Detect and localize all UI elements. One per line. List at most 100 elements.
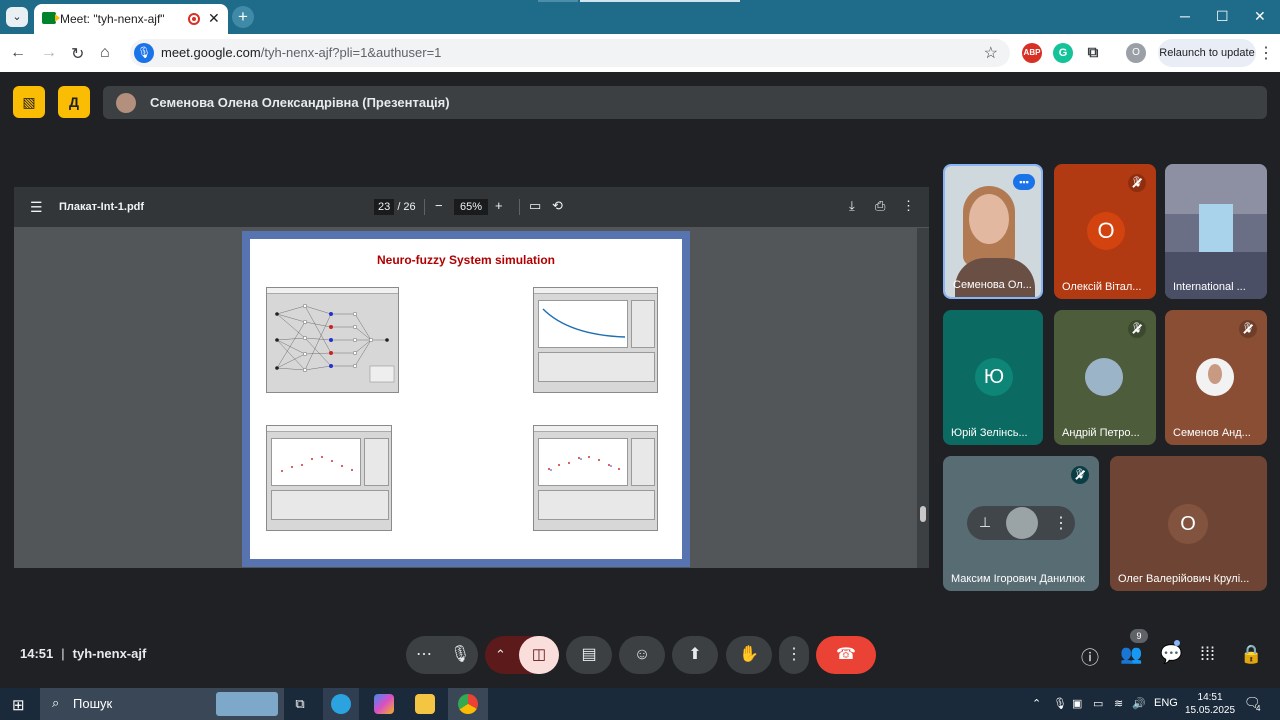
- participant-tile-1[interactable]: ▪▪▪ Семенова Ол...: [943, 164, 1043, 299]
- maximize-icon[interactable]: ☐: [1216, 8, 1229, 25]
- fit-page-icon[interactable]: ▭: [529, 198, 541, 214]
- taskbar-clock[interactable]: 14:51 15.05.2025: [1185, 691, 1235, 717]
- battery-icon[interactable]: ▭: [1093, 697, 1103, 710]
- raise-hand-button[interactable]: ✋: [726, 636, 772, 674]
- host-controls-icon[interactable]: 🔒: [1240, 644, 1262, 665]
- windows-taskbar: ⊞ ⌕ Пошук ⧉ ⌃ 🎙 ▣ ▭ ≋ 🔊 ENG 14:51 15.05.…: [0, 688, 1280, 720]
- chat-icon[interactable]: 💬: [1160, 644, 1182, 665]
- extensions-puzzle-icon[interactable]: ⧉: [1083, 43, 1103, 63]
- file-explorer-icon[interactable]: [415, 694, 435, 714]
- taskbar-search[interactable]: ⌕ Пошук: [40, 688, 284, 720]
- more-options-icon[interactable]: ⋮: [1053, 513, 1069, 533]
- telegram-app[interactable]: [323, 688, 359, 720]
- participant-tile-2[interactable]: 🎙 О Олексій Вітал...: [1054, 164, 1156, 299]
- output-points: [548, 456, 620, 471]
- relaunch-button[interactable]: Relaunch to update: [1158, 39, 1256, 67]
- speaking-indicator-icon: ▪▪▪: [1013, 174, 1035, 190]
- anfis-structure-screenshot: [266, 287, 399, 393]
- pin-icon[interactable]: ⊥: [979, 514, 991, 531]
- participant-avatar-photo: [1085, 358, 1123, 396]
- close-window-icon[interactable]: ✕: [1254, 8, 1266, 25]
- more-audio-options-icon[interactable]: ⋯: [416, 636, 432, 674]
- hide-video-button[interactable]: ▧: [13, 86, 45, 118]
- home-icon[interactable]: ⌂: [100, 44, 110, 62]
- participant-tile-3[interactable]: International ...: [1165, 164, 1267, 299]
- microphone-icon[interactable]: 🎙: [450, 636, 470, 674]
- rotate-icon[interactable]: ⟲: [552, 198, 563, 214]
- more-options-icon: ⋮: [786, 646, 802, 663]
- task-view-icon[interactable]: ⧉: [290, 694, 310, 714]
- tab-list-button[interactable]: ⌄: [6, 7, 28, 27]
- window-titlebar: [534, 288, 657, 294]
- adblock-extension-icon[interactable]: ABP: [1022, 43, 1042, 63]
- page-heading: Neuro-fuzzy System simulation: [376, 253, 556, 267]
- print-icon[interactable]: ⎙: [875, 198, 885, 214]
- pdf-scrollbar[interactable]: [917, 228, 929, 568]
- forward-icon[interactable]: →: [41, 44, 57, 62]
- back-icon[interactable]: ←: [10, 44, 26, 62]
- tab-close-icon[interactable]: ✕: [208, 10, 220, 27]
- zoom-in-icon[interactable]: +: [495, 198, 503, 213]
- presenter-title: Семенова Олена Олександрівна (Презентаці…: [150, 95, 450, 110]
- meet-favicon-icon: [42, 12, 60, 24]
- chrome-app[interactable]: [448, 688, 488, 720]
- site-info-icon[interactable]: 🎙: [134, 43, 154, 63]
- audio-control-group[interactable]: ⋯ 🎙: [406, 636, 478, 674]
- activities-icon[interactable]: ⁞⁞⁞: [1200, 644, 1215, 665]
- pdf-toolbar: ☰ Плакат-Int-1.pdf 23 / 26 − 65% + ▭ ⟲ ⤓…: [14, 187, 929, 227]
- controls-panel: [538, 490, 655, 520]
- present-screen-button[interactable]: ⬆: [672, 636, 718, 674]
- participant-tile-6[interactable]: 🎙 Семенов Анд...: [1165, 310, 1267, 445]
- presentation-button[interactable]: Д: [58, 86, 90, 118]
- wifi-icon[interactable]: ≋: [1114, 697, 1123, 710]
- url-host: meet.google.com: [161, 45, 261, 60]
- profile-avatar[interactable]: O: [1126, 43, 1146, 63]
- grammarly-extension-icon[interactable]: G: [1053, 43, 1073, 63]
- camera-off-icon[interactable]: ◫: [519, 636, 559, 674]
- new-tab-button[interactable]: +: [232, 6, 254, 28]
- video-options-chevron-icon[interactable]: ⌃: [495, 636, 506, 674]
- meeting-details-icon[interactable]: ⓘ: [1081, 644, 1099, 670]
- more-options-button[interactable]: ⋮: [779, 636, 809, 674]
- minimize-icon[interactable]: ─: [1180, 8, 1190, 24]
- copilot-icon[interactable]: [374, 694, 394, 714]
- leave-call-button[interactable]: ☎: [816, 636, 876, 674]
- info-panel: [631, 438, 655, 486]
- tray-chevron-icon[interactable]: ⌃: [1032, 697, 1041, 710]
- bookmark-star-icon[interactable]: ☆: [984, 43, 998, 63]
- omnibox[interactable]: 🎙 meet.google.com/tyh-nenx-ajf?pli=1&aut…: [130, 39, 1010, 67]
- more-options-icon[interactable]: ⋮: [902, 198, 915, 214]
- hand-icon: ✋: [739, 646, 759, 663]
- menu-icon[interactable]: ☰: [30, 199, 43, 216]
- page-indicator: 23 / 26: [374, 199, 416, 215]
- zoom-level[interactable]: 65%: [454, 199, 489, 215]
- participant-name: Семенова Ол...: [953, 279, 1032, 291]
- participant-tile-8[interactable]: О Олег Валерійович Крулі...: [1110, 456, 1267, 591]
- separator: |: [61, 646, 65, 661]
- video-control-group[interactable]: ⌃ ◫: [485, 636, 559, 674]
- participant-tile-5[interactable]: 🎙 Андрій Петро...: [1054, 310, 1156, 445]
- participant-face: [969, 194, 1009, 244]
- volume-icon[interactable]: 🔊: [1132, 697, 1146, 710]
- reactions-button[interactable]: ☺: [619, 636, 665, 674]
- participant-tile-7[interactable]: 🎙 ⊥ ⋮ Максим Ігорович Данилюк: [943, 456, 1099, 591]
- window-titlebar: [267, 426, 391, 432]
- windows-start-icon[interactable]: ⊞: [12, 696, 25, 714]
- scrollbar-thumb[interactable]: [920, 506, 926, 522]
- data-plot: [271, 438, 361, 486]
- download-icon[interactable]: ⤓: [849, 198, 855, 214]
- participant-name: Юрій Зелінсь...: [951, 427, 1028, 439]
- browser-menu-icon[interactable]: ⋮: [1258, 43, 1274, 63]
- captions-button[interactable]: ▤: [566, 636, 612, 674]
- people-icon[interactable]: 👥: [1120, 644, 1142, 665]
- tab-meet[interactable]: Meet: "tyh-nenx-ajf" ✕: [34, 4, 228, 34]
- language-indicator[interactable]: ENG: [1154, 697, 1178, 709]
- chevron-down-icon: ⌄: [12, 11, 22, 23]
- tray-mic-icon[interactable]: 🎙: [1053, 697, 1067, 710]
- reload-icon[interactable]: ↻: [71, 44, 84, 64]
- participant-tile-4[interactable]: Ю Юрій Зелінсь...: [943, 310, 1043, 445]
- page-number-input[interactable]: 23: [374, 199, 395, 215]
- meet-control-bar: 14:51 | tyh-nenx-ajf ⋯ 🎙 ⌃ ◫ ▤ ☺ ⬆ ✋ ⋮ ☎ ⓘ…: [0, 620, 1280, 688]
- zoom-out-icon[interactable]: −: [435, 198, 443, 213]
- tray-meet-icon[interactable]: ▣: [1072, 697, 1082, 710]
